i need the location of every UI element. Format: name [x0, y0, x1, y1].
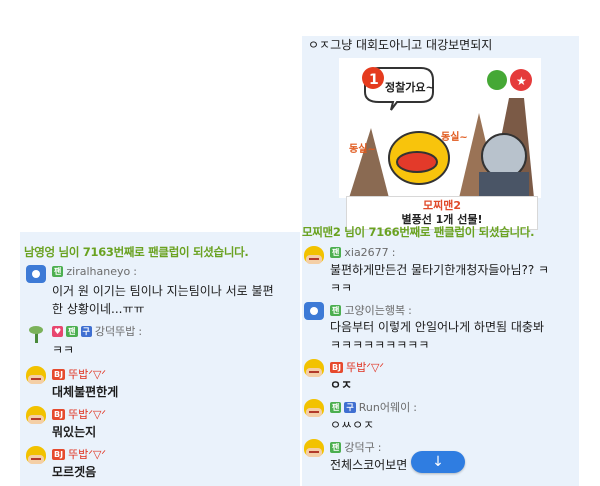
subscriber-badge: 구: [344, 401, 356, 413]
fan-badge: 팬: [330, 441, 342, 453]
chat-nickname-row[interactable]: BJ 뚜밥ᐟ▽ᐟ: [52, 406, 106, 422]
chat-panel-left: 남영엉 님이 7163번째로 팬클럽이 되셨습니다. 팬 ziralhaneyo…: [20, 232, 300, 486]
avatar[interactable]: [26, 446, 46, 464]
gift-sticker-image: 1 정찰가요~ 동실~ 동실~ ★: [339, 58, 541, 198]
chat-nickname[interactable]: 뚜밥ᐟ▽ᐟ: [346, 359, 384, 375]
bj-badge: BJ: [52, 448, 66, 460]
chat-text: 이거 원 이기는 팀이나 지는팀이나 서로 불편 한 상황이네...ㅠㅠ: [52, 284, 274, 316]
svg-text:동실~: 동실~: [349, 142, 376, 155]
chat-nickname[interactable]: 강덕구: [344, 439, 374, 455]
chat-text: ㅋㅋ: [52, 343, 75, 357]
avatar[interactable]: [304, 439, 324, 457]
chat-nickname-row[interactable]: 팬 구 Run어웨이:: [330, 399, 417, 415]
subscriber-badge: 구: [80, 325, 92, 337]
fanclub-system-message: 모찌맨2 님이 7166번째로 팬클럽이 되셨습니다.: [302, 225, 535, 239]
chat-nickname-row[interactable]: BJ 뚜밥ᐟ▽ᐟ: [330, 359, 384, 375]
chat-nickname-row[interactable]: ♥ 팬 구 강덕뚜밥:: [52, 323, 142, 339]
svg-text:동실~: 동실~: [441, 130, 468, 143]
chat-nickname[interactable]: 뚜밥ᐟ▽ᐟ: [68, 406, 106, 422]
svg-text:정찰가요~: 정찰가요~: [385, 80, 435, 94]
fan-badge: 팬: [330, 304, 342, 316]
chat-nickname-row[interactable]: 팬 xia2677:: [330, 246, 395, 259]
bj-badge: BJ: [330, 361, 344, 373]
chat-nickname[interactable]: ziralhaneyo: [66, 265, 130, 278]
chat-nickname-row[interactable]: 팬 강덕구:: [330, 439, 381, 455]
heart-badge: ♥: [52, 325, 64, 337]
avatar[interactable]: [26, 366, 46, 384]
avatar[interactable]: [304, 399, 324, 417]
chat-nickname-row[interactable]: BJ 뚜밥ᐟ▽ᐟ: [52, 366, 106, 382]
chat-text: 대체불편한게: [52, 385, 119, 399]
fan-badge: 팬: [52, 266, 64, 277]
fan-badge: 팬: [66, 325, 78, 337]
gift-sender-name: 모찌맨2: [422, 199, 461, 212]
fan-badge: 팬: [330, 401, 342, 413]
chat-text: 전체스코어보면: [330, 458, 408, 472]
chat-text: 다음부터 이렇게 안일어나게 하면됨 대충봐 ㅋㅋㅋㅋㅋㅋㅋㅋㅋ: [330, 320, 544, 352]
chat-panel-right: ㅇㅈ그냥 대회도아니고 대강보면되지 1 정찰가요~ 동실~ 동실~ ★ 모찌맨…: [302, 36, 579, 486]
fanclub-system-message: 남영엉 님이 7163번째로 팬클럽이 되셨습니다.: [24, 245, 249, 259]
avatar[interactable]: [26, 265, 46, 283]
chat-nickname[interactable]: 강덕뚜밥: [95, 323, 135, 339]
fan-badge: 팬: [330, 247, 342, 258]
svg-text:1: 1: [369, 72, 379, 88]
chat-text: ㅇㅈ: [330, 378, 353, 392]
balloon-gift-card: 1 정찰가요~ 동실~ 동실~ ★ 모찌맨2 별풍선 1개 선물!: [309, 58, 571, 238]
chat-nickname[interactable]: 고양이는행복: [344, 302, 405, 318]
chat-nickname[interactable]: Run어웨이: [359, 399, 410, 415]
chat-text: 불편하게만든건 물타기한개청자들아님?? ㅋ ㅋㅋ: [330, 263, 550, 295]
avatar[interactable]: [26, 406, 46, 424]
chat-nickname-row[interactable]: 팬 고양이는행복:: [330, 302, 412, 318]
arrow-down-icon: ↓: [432, 454, 444, 470]
avatar[interactable]: [304, 302, 324, 320]
chat-nickname[interactable]: 뚜밥ᐟ▽ᐟ: [68, 366, 106, 382]
chat-text: ㅇㅆㅇㅈ: [330, 418, 375, 432]
chat-text: 뭐있는지: [52, 425, 97, 439]
avatar[interactable]: [304, 246, 324, 264]
svg-text:★: ★: [516, 74, 527, 88]
bj-badge: BJ: [52, 408, 66, 420]
chat-nickname[interactable]: 뚜밥ᐟ▽ᐟ: [68, 446, 106, 462]
chat-text: ㅇㅈ그냥 대회도아니고 대강보면되지: [308, 38, 493, 52]
chat-nickname-row[interactable]: BJ 뚜밥ᐟ▽ᐟ: [52, 446, 106, 462]
avatar[interactable]: [26, 325, 46, 343]
bj-badge: BJ: [52, 368, 66, 380]
chat-nickname-row[interactable]: 팬 ziralhaneyo:: [52, 265, 137, 278]
scroll-to-bottom-button[interactable]: ↓: [411, 451, 465, 473]
chat-text: 모르겟음: [52, 465, 97, 479]
chat-nickname[interactable]: xia2677: [344, 246, 388, 259]
avatar[interactable]: [304, 359, 324, 377]
